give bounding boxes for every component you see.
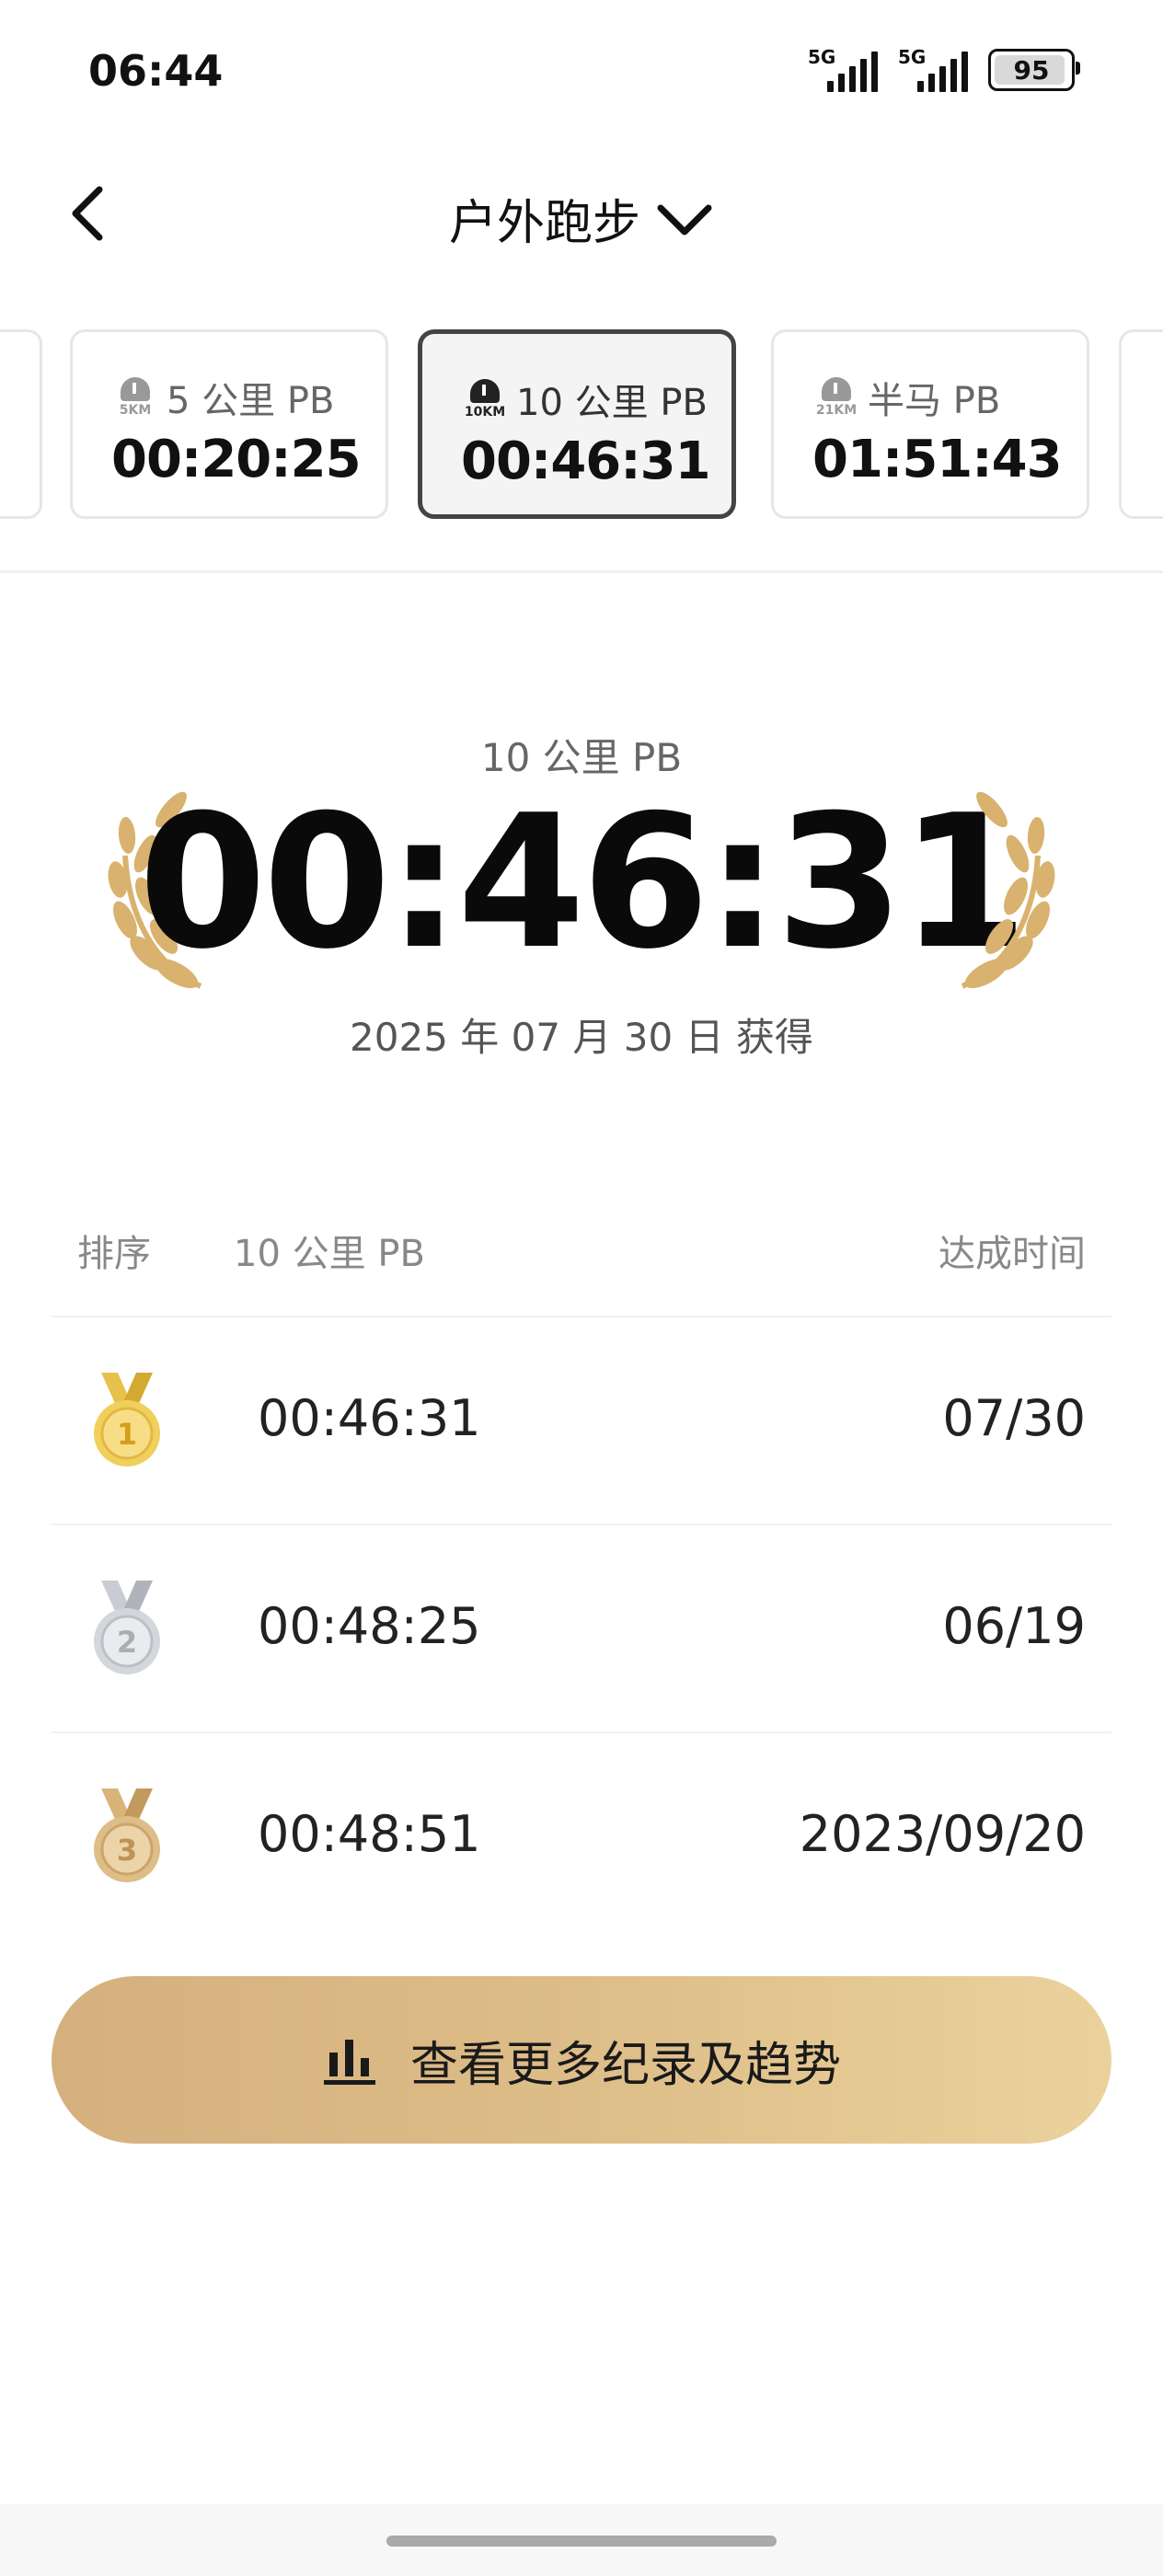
- column-header-rank: 排序: [77, 1233, 151, 1275]
- hero-pb-date: 2025 年 07 月 30 日 获得: [350, 1015, 813, 1060]
- header: 户外跑步: [0, 156, 1163, 267]
- pb-ranking-list: 1 00:46:31 07/30 2 00:48:25 06/19 3 00:4…: [52, 1316, 1111, 1939]
- view-more-records-label: 查看更多纪录及趋势: [409, 2038, 841, 2092]
- row-date: 2023/09/20: [799, 1805, 1086, 1863]
- pb-card-value: 00:46:31: [461, 431, 711, 491]
- stopwatch-10km-icon: 10KM: [461, 379, 509, 420]
- status-icons: 5G 5G 95: [808, 46, 1080, 92]
- screen: 06:44 5G 5G 95 户外跑步 5KM 5 公里 PB 00:20:25…: [0, 0, 1163, 2576]
- pb-card-label: 半马 PB: [868, 380, 1001, 422]
- stopwatch-5km-icon: 5KM: [111, 377, 159, 418]
- battery-icon: 95: [988, 49, 1080, 91]
- pb-card-value: 01:51:43: [812, 430, 1063, 489]
- table-row: 2 00:48:25 06/19: [52, 1524, 1111, 1731]
- svg-text:2: 2: [117, 1625, 137, 1660]
- chevron-down-icon: [657, 204, 712, 235]
- page-title: 户外跑步: [448, 196, 640, 251]
- column-header-metric: 10 公里 PB: [234, 1233, 425, 1275]
- pb-card-half-marathon[interactable]: 21KM 半马 PB 01:51:43: [771, 329, 1089, 519]
- row-time: 00:48:25: [258, 1597, 481, 1655]
- hero-pb-label: 10 公里 PB: [480, 735, 683, 780]
- pb-card-label: 5 公里 PB: [167, 380, 335, 422]
- row-date: 06/19: [942, 1597, 1086, 1655]
- bronze-medal-icon: 3: [94, 1788, 160, 1882]
- battery-level: 95: [1013, 54, 1050, 86]
- svg-text:3: 3: [117, 1833, 137, 1868]
- pb-card-carousel[interactable]: 5KM 5 公里 PB 00:20:25 10KM 10 公里 PB 00:46…: [0, 329, 1163, 523]
- view-more-records-button[interactable]: 查看更多纪录及趋势: [52, 1976, 1111, 2144]
- divider: [0, 570, 1163, 573]
- pb-card-10k[interactable]: 10KM 10 公里 PB 00:46:31: [418, 329, 736, 519]
- silver-medal-icon: 2: [94, 1581, 160, 1674]
- status-bar: 06:44 5G 5G 95: [0, 0, 1163, 138]
- cellular-signal-icon: 5G: [808, 46, 878, 92]
- laurel-right-icon: [961, 791, 1055, 989]
- table-row: 3 00:48:51 2023/09/20: [52, 1731, 1111, 1939]
- svg-text:1: 1: [117, 1417, 137, 1452]
- row-time: 00:46:31: [258, 1389, 481, 1447]
- pb-card-partial-right[interactable]: [1119, 329, 1163, 519]
- pb-card-partial-left[interactable]: [0, 329, 42, 519]
- pb-card-label: 10 公里 PB: [516, 382, 708, 424]
- pb-card-value: 00:20:25: [111, 430, 362, 489]
- row-date: 07/30: [942, 1389, 1086, 1447]
- table-header: 排序 10 公里 PB 达成时间: [77, 1224, 1086, 1279]
- pb-card-5k[interactable]: 5KM 5 公里 PB 00:20:25: [70, 329, 388, 519]
- gold-medal-icon: 1: [94, 1373, 160, 1466]
- table-row: 1 00:46:31 07/30: [52, 1316, 1111, 1524]
- sport-type-selector[interactable]: 户外跑步: [0, 184, 1163, 253]
- cellular-signal-icon: 5G: [898, 46, 968, 92]
- status-time: 06:44: [88, 46, 224, 96]
- bar-chart-icon: [323, 2040, 375, 2085]
- row-time: 00:48:51: [258, 1805, 481, 1863]
- column-header-date: 达成时间: [938, 1233, 1086, 1275]
- stopwatch-21km-icon: 21KM: [812, 377, 860, 418]
- home-indicator[interactable]: [386, 2536, 777, 2547]
